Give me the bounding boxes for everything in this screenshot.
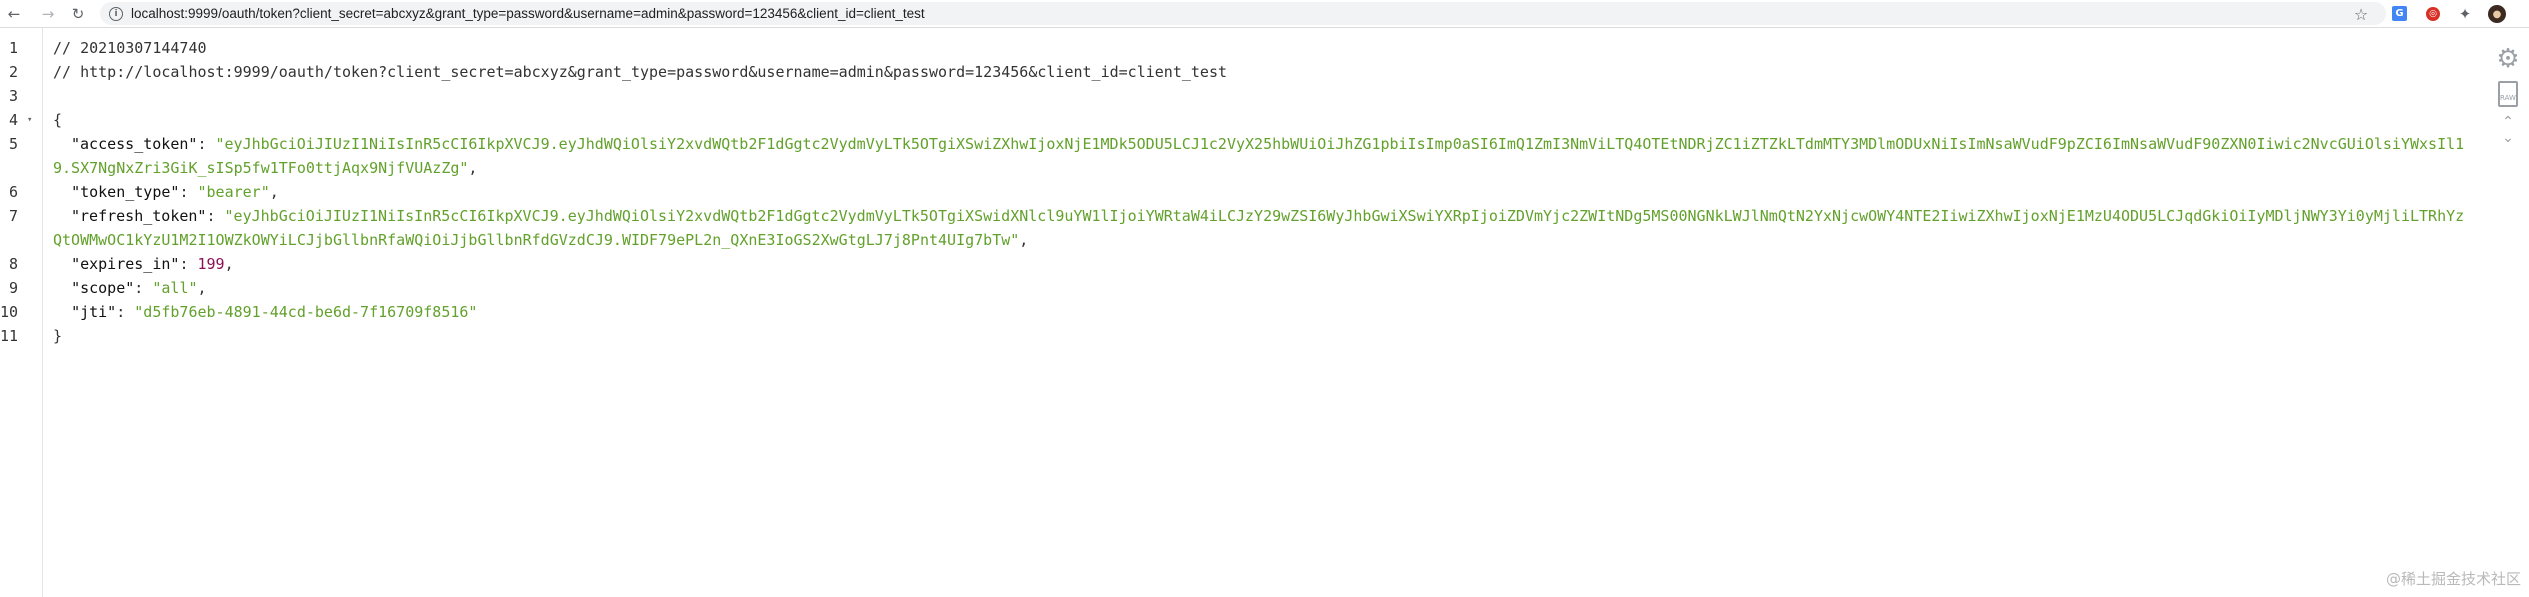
colon: : [206,207,225,225]
colon: : [116,303,135,321]
json-value-token-type: "bearer" [197,183,270,201]
code-line: 9 "scope": "all", [0,276,2470,300]
json-value-refresh-token: "eyJhbGciOiJIUzI1NiIsInR5cCI6IkpXVCJ9.ey… [53,207,2465,249]
line-number: 9 [8,279,18,297]
comma: , [269,183,279,201]
watermark: @稀土掘金技术社区 [2385,570,2521,588]
browser-toolbar: ← → ↻ i localhost:9999/oauth/token?clien… [0,0,2529,28]
star-icon[interactable]: ☆ [2352,5,2370,24]
line-number: 5 [8,135,18,153]
chevron-up-icon[interactable]: ⌃ [2494,114,2522,130]
json-value-scope: "all" [152,279,198,297]
code-line: 3 [0,84,2470,108]
line-number: 2 [8,63,18,81]
json-key-scope: "scope" [71,279,135,297]
line-number: 11 [0,327,19,345]
json-key-refresh-token: "refresh_token" [71,207,207,225]
json-key-access-token: "access_token" [71,135,198,153]
comment-timestamp: // 20210307144740 [53,39,207,57]
code-line: 4 ▾ { [0,108,2470,132]
comma: , [224,255,234,273]
line-number: 7 [8,207,18,225]
comma: , [197,279,207,297]
code-line: 11 } [0,324,2470,348]
json-viewer: 1 // 20210307144740 2 // http://localhos… [0,28,2529,597]
code-line: 10 "jti": "d5fb76eb-4891-44cd-be6d-7f167… [0,300,2470,324]
code-line: 6 "token_type": "bearer", [0,180,2470,204]
colon: : [197,135,216,153]
address-bar[interactable]: i localhost:9999/oauth/token?client_secr… [100,2,2386,25]
code-line: 5 "access_token": "eyJhbGciOiJIUzI1NiIsI… [0,132,2470,180]
code-line: 1 // 20210307144740 [0,36,2470,60]
viewer-tools: ⚙ RAW ⌃ ⌄ [2494,44,2522,147]
fold-toggle-icon[interactable]: ▾ [27,108,32,132]
line-number: 1 [8,39,18,57]
line-number: 4 [8,111,18,129]
extensions-puzzle-icon[interactable]: ✦ [2456,5,2474,23]
translate-extension-icon[interactable]: G [2392,6,2407,21]
code-area: 1 // 20210307144740 2 // http://localhos… [0,36,2470,348]
code-line: 2 // http://localhost:9999/oauth/token?c… [0,60,2470,84]
comma: , [1019,231,1029,249]
line-number: 3 [8,87,18,105]
back-icon[interactable]: ← [4,4,24,24]
json-key-jti: "jti" [71,303,117,321]
extension-icon[interactable]: ◎ [2426,7,2440,21]
line-number: 6 [8,183,18,201]
code-line: 8 "expires_in": 199, [0,252,2470,276]
info-icon[interactable]: i [109,6,123,21]
json-key-token-type: "token_type" [71,183,180,201]
raw-view-icon[interactable]: RAW [2498,81,2518,107]
colon: : [179,255,198,273]
comment-url: // http://localhost:9999/oauth/token?cli… [53,63,1227,81]
close-brace: } [53,327,63,345]
url-text[interactable]: localhost:9999/oauth/token?client_secret… [131,6,925,21]
json-value-jti: "d5fb76eb-4891-44cd-be6d-7f16709f8516" [134,303,478,321]
comma: , [468,159,478,177]
line-number: 10 [0,303,19,321]
forward-icon[interactable]: → [38,4,58,24]
avatar[interactable]: ● [2488,5,2506,23]
line-number: 8 [8,255,18,273]
reload-icon[interactable]: ↻ [68,4,88,24]
code-line: 7 "refresh_token": "eyJhbGciOiJIUzI1NiIs… [0,204,2470,252]
json-key-expires-in: "expires_in" [71,255,180,273]
json-value-access-token: "eyJhbGciOiJIUzI1NiIsInR5cCI6IkpXVCJ9.ey… [53,135,2465,177]
gear-icon[interactable]: ⚙ [2494,44,2522,74]
colon: : [134,279,153,297]
json-value-expires-in: 199 [197,255,225,273]
chevron-down-icon[interactable]: ⌄ [2494,130,2522,146]
colon: : [179,183,198,201]
open-brace: { [53,111,63,129]
